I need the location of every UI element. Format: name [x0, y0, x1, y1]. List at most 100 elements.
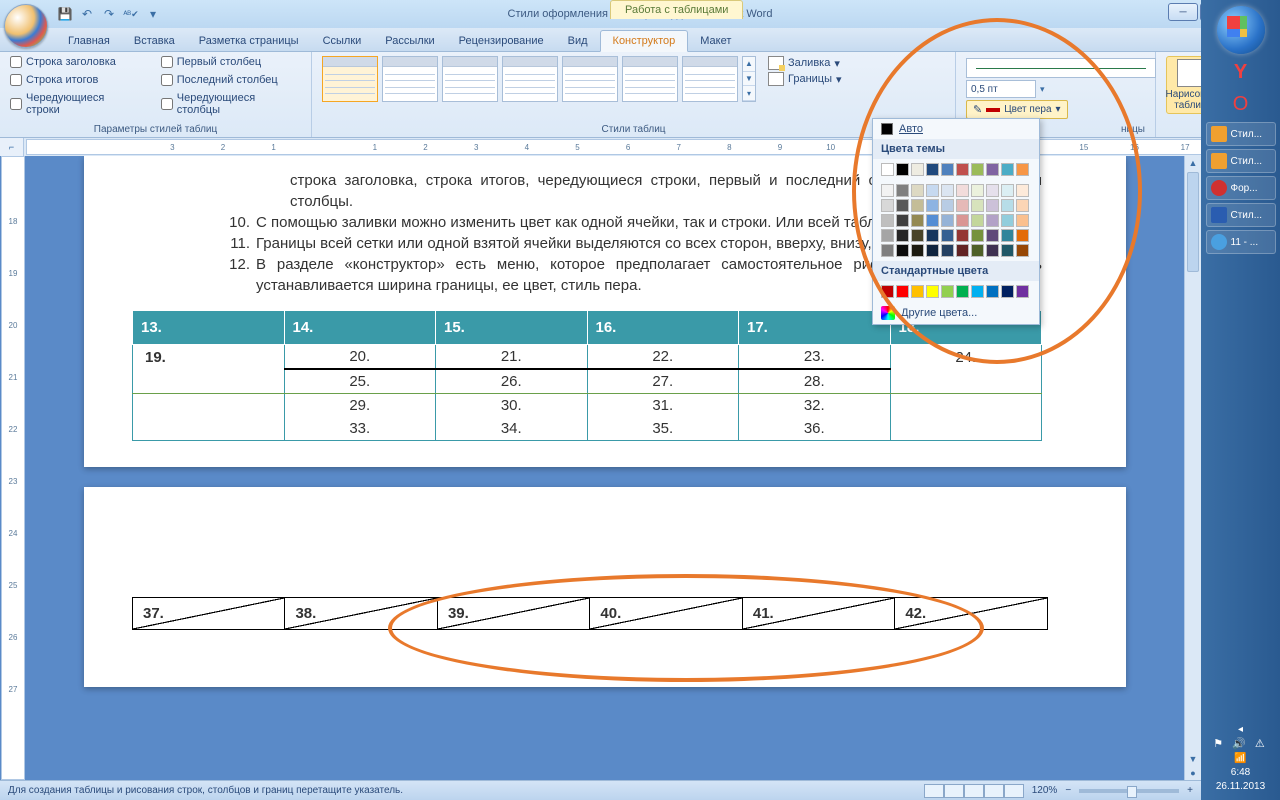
color-swatch[interactable] [956, 163, 969, 176]
scroll-down-icon[interactable]: ▼ [1185, 752, 1201, 766]
color-swatch[interactable] [896, 244, 909, 257]
color-auto[interactable]: Авто [873, 119, 1039, 139]
tab-Рецензирование[interactable]: Рецензирование [447, 31, 556, 51]
color-swatch[interactable] [911, 285, 924, 298]
color-swatch[interactable] [926, 244, 939, 257]
tab-Рассылки[interactable]: Рассылки [373, 31, 446, 51]
qat-more-icon[interactable]: ▾ [144, 5, 162, 23]
vertical-ruler[interactable]: 18192021222324252627 [1, 156, 25, 780]
color-swatch[interactable] [911, 244, 924, 257]
color-swatch[interactable] [1001, 285, 1014, 298]
color-swatch[interactable] [986, 199, 999, 212]
color-swatch[interactable] [1001, 184, 1014, 197]
color-swatch[interactable] [911, 199, 924, 212]
pen-weight-dropdown[interactable] [966, 80, 1036, 98]
taskbar-item[interactable]: Стил... [1206, 149, 1276, 173]
checkbox-Чередующиеся столбцы[interactable]: Чередующиеся столбцы [161, 92, 301, 116]
pen-style-dropdown[interactable] [966, 58, 1156, 78]
pen-color-button[interactable]: ✎Цвет пера▾ [966, 100, 1068, 119]
color-swatch[interactable] [881, 285, 894, 298]
table-1[interactable]: 13.14.15.16.17.18. 19.20.21.22.23.24.25.… [132, 310, 1042, 441]
color-swatch[interactable] [926, 199, 939, 212]
color-swatch[interactable] [971, 199, 984, 212]
color-swatch[interactable] [956, 244, 969, 257]
color-swatch[interactable] [881, 184, 894, 197]
taskbar-item[interactable]: Стил... [1206, 203, 1276, 227]
color-swatch[interactable] [911, 163, 924, 176]
zoom-out-icon[interactable]: − [1065, 785, 1071, 796]
color-swatch[interactable] [1016, 285, 1029, 298]
color-swatch[interactable] [911, 214, 924, 227]
color-swatch[interactable] [971, 184, 984, 197]
color-swatch[interactable] [926, 214, 939, 227]
color-swatch[interactable] [971, 163, 984, 176]
color-swatch[interactable] [1016, 184, 1029, 197]
color-swatch[interactable] [926, 163, 939, 176]
color-swatch[interactable] [971, 285, 984, 298]
color-swatch[interactable] [941, 285, 954, 298]
color-swatch[interactable] [911, 184, 924, 197]
color-swatch[interactable] [971, 229, 984, 242]
save-icon[interactable]: 💾 [56, 5, 74, 23]
color-swatch[interactable] [1001, 229, 1014, 242]
borders-button[interactable]: Границы▾ [768, 72, 842, 86]
checkbox-Строка заголовка[interactable]: Строка заголовка [10, 56, 141, 68]
color-swatch[interactable] [956, 285, 969, 298]
zoom-level[interactable]: 120% [1032, 785, 1058, 796]
checkbox-Последний столбец[interactable]: Последний столбец [161, 74, 301, 86]
table-2[interactable]: 37.38.39.40.41.42. [132, 597, 1048, 630]
color-swatch[interactable] [956, 184, 969, 197]
tab-Вид[interactable]: Вид [556, 31, 600, 51]
color-swatch[interactable] [896, 285, 909, 298]
color-swatch[interactable] [926, 184, 939, 197]
color-swatch[interactable] [881, 199, 894, 212]
undo-icon[interactable]: ↶ [78, 5, 96, 23]
opera-icon[interactable]: O [1225, 90, 1257, 118]
gallery-scroll[interactable]: ▲▼▾ [742, 56, 756, 102]
color-swatch[interactable] [1001, 214, 1014, 227]
ruler-corner[interactable]: ⌐ [0, 138, 24, 156]
taskbar-item[interactable]: 11 - ... [1206, 230, 1276, 254]
color-swatch[interactable] [1001, 244, 1014, 257]
color-swatch[interactable] [986, 229, 999, 242]
color-swatch[interactable] [971, 244, 984, 257]
color-swatch[interactable] [941, 199, 954, 212]
color-swatch[interactable] [941, 184, 954, 197]
color-swatch[interactable] [941, 229, 954, 242]
color-swatch[interactable] [986, 214, 999, 227]
color-swatch[interactable] [1016, 214, 1029, 227]
zoom-in-icon[interactable]: + [1187, 785, 1193, 796]
more-colors[interactable]: Другие цвета... [873, 302, 1039, 324]
tray-icons[interactable]: ⚑ 🔊 ⚠ [1213, 737, 1268, 752]
checkbox-Чередующиеся строки[interactable]: Чередующиеся строки [10, 92, 141, 116]
color-swatch[interactable] [941, 244, 954, 257]
zoom-slider[interactable] [1079, 789, 1179, 793]
color-swatch[interactable] [956, 214, 969, 227]
color-swatch[interactable] [986, 285, 999, 298]
minimize-button[interactable]: ─ [1168, 3, 1198, 21]
checkbox-Первый столбец[interactable]: Первый столбец [161, 56, 301, 68]
color-swatch[interactable] [1016, 163, 1029, 176]
checkbox-Строка итогов[interactable]: Строка итогов [10, 74, 141, 86]
color-swatch[interactable] [941, 163, 954, 176]
tab-Разметка страницы[interactable]: Разметка страницы [187, 31, 311, 51]
tray-chevron-icon[interactable]: ◂ [1213, 723, 1268, 737]
color-swatch[interactable] [1016, 199, 1029, 212]
taskbar-item[interactable]: Стил... [1206, 122, 1276, 146]
color-swatch[interactable] [881, 229, 894, 242]
color-swatch[interactable] [881, 244, 894, 257]
tab-Макет[interactable]: Макет [688, 31, 743, 51]
start-button[interactable] [1217, 6, 1265, 54]
tab-Главная[interactable]: Главная [56, 31, 122, 51]
spellcheck-icon[interactable]: ᴬᴮ✔ [122, 5, 140, 23]
color-swatch[interactable] [986, 163, 999, 176]
system-tray[interactable]: ◂ ⚑ 🔊 ⚠ 📶 6:48 26.11.2013 [1211, 717, 1270, 800]
color-swatch[interactable] [911, 229, 924, 242]
color-swatch[interactable] [926, 229, 939, 242]
color-swatch[interactable] [896, 184, 909, 197]
color-swatch[interactable] [881, 214, 894, 227]
tab-Вставка[interactable]: Вставка [122, 31, 187, 51]
color-swatch[interactable] [971, 214, 984, 227]
color-swatch[interactable] [896, 163, 909, 176]
view-buttons[interactable] [924, 784, 1024, 798]
